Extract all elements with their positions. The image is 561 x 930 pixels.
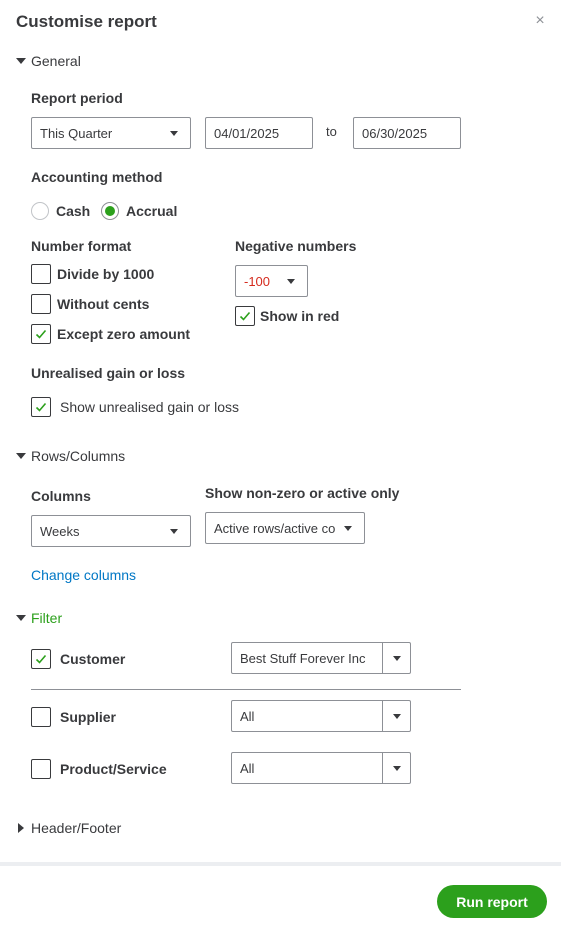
checkbox-unrealised-label: Show unrealised gain or loss — [60, 399, 239, 415]
radio-cash-button[interactable] — [31, 202, 49, 220]
filter-supplier-box[interactable] — [31, 707, 51, 727]
non-zero-select[interactable]: Active rows/active co — [205, 512, 365, 544]
radio-accrual-label: Accrual — [126, 203, 178, 219]
filter-customer-value: Best Stuff Forever Inc — [240, 650, 366, 666]
filter-product-checkbox[interactable]: Product/Service — [31, 759, 167, 779]
checkbox-divide-1000[interactable]: Divide by 1000 — [31, 264, 154, 284]
radio-cash-label: Cash — [56, 203, 91, 219]
section-general-label: General — [31, 53, 81, 69]
chevron-down-icon — [170, 130, 178, 136]
radio-cash[interactable]: Cash — [31, 202, 90, 220]
caret-right-icon — [18, 823, 24, 833]
filter-product-dropdown-button[interactable] — [382, 753, 410, 783]
section-header-footer-label: Header/Footer — [31, 820, 122, 836]
report-period-select[interactable]: This Quarter — [31, 117, 191, 149]
filter-supplier-label: Supplier — [60, 709, 117, 725]
negative-numbers-value: -100 — [244, 273, 271, 289]
non-zero-value: Active rows/active co — [214, 520, 336, 536]
filter-supplier-value: All — [240, 708, 255, 724]
unrealised-label: Unrealised gain or loss — [31, 365, 186, 381]
checkbox-divide-1000-box[interactable] — [31, 264, 51, 284]
check-icon — [239, 311, 251, 321]
checkbox-without-cents-box[interactable] — [31, 294, 51, 314]
filter-customer-select[interactable]: Best Stuff Forever Inc — [231, 642, 411, 674]
filter-customer-label: Customer — [60, 651, 126, 667]
checkbox-without-cents-label: Without cents — [57, 296, 150, 312]
columns-value: Weeks — [40, 523, 80, 539]
checkbox-except-zero-label: Except zero amount — [57, 326, 191, 342]
checkbox-without-cents[interactable]: Without cents — [31, 294, 149, 314]
filter-product-label: Product/Service — [60, 761, 167, 777]
run-report-button[interactable]: Run report — [437, 885, 547, 918]
chevron-down-icon — [344, 525, 352, 531]
caret-down-icon — [16, 453, 26, 459]
section-general-toggle[interactable]: General — [16, 53, 81, 69]
filter-divider — [31, 689, 461, 690]
caret-down-icon — [16, 58, 26, 64]
filter-customer-checkbox[interactable]: Customer — [31, 649, 125, 669]
columns-label: Columns — [31, 488, 91, 504]
footer-separator — [0, 862, 561, 866]
section-filter-toggle[interactable]: Filter — [16, 610, 62, 626]
caret-down-icon — [16, 615, 26, 621]
period-to-input[interactable]: 06/30/2025 — [353, 117, 461, 149]
negative-numbers-label: Negative numbers — [235, 238, 357, 254]
checkbox-unrealised-box[interactable] — [31, 397, 51, 417]
section-rows-columns-toggle[interactable]: Rows/Columns — [16, 448, 125, 464]
filter-supplier-checkbox[interactable]: Supplier — [31, 707, 116, 727]
change-columns-link[interactable]: Change columns — [31, 567, 136, 583]
checkbox-show-in-red[interactable]: Show in red — [235, 306, 339, 326]
chevron-down-icon — [392, 765, 401, 771]
filter-supplier-select[interactable]: All — [231, 700, 411, 732]
checkbox-divide-1000-label: Divide by 1000 — [57, 266, 155, 282]
radio-accrual[interactable]: Accrual — [101, 202, 177, 220]
non-zero-label: Show non-zero or active only — [205, 485, 400, 501]
section-header-footer-toggle[interactable]: Header/Footer — [16, 820, 121, 836]
filter-product-value: All — [240, 760, 255, 776]
number-format-label: Number format — [31, 238, 132, 254]
period-from-input[interactable]: 04/01/2025 — [205, 117, 313, 149]
section-rows-columns-label: Rows/Columns — [31, 448, 126, 464]
filter-customer-dropdown-button[interactable] — [382, 643, 410, 673]
check-icon — [35, 329, 47, 339]
checkbox-show-in-red-label: Show in red — [260, 308, 340, 324]
chevron-down-icon — [392, 655, 401, 661]
chevron-down-icon — [170, 528, 178, 534]
columns-select[interactable]: Weeks — [31, 515, 191, 547]
section-filter-label: Filter — [31, 610, 63, 626]
negative-numbers-select[interactable]: -100 — [235, 265, 308, 297]
check-icon — [35, 654, 47, 664]
chevron-down-icon — [287, 278, 295, 284]
dialog-title: Customise report — [16, 12, 157, 31]
checkbox-unrealised[interactable]: Show unrealised gain or loss — [31, 397, 239, 417]
filter-product-box[interactable] — [31, 759, 51, 779]
period-to-label: to — [326, 124, 337, 139]
filter-customer-box[interactable] — [31, 649, 51, 669]
check-icon — [35, 402, 47, 412]
accounting-method-label: Accounting method — [31, 169, 163, 185]
filter-supplier-dropdown-button[interactable] — [382, 701, 410, 731]
report-period-label: Report period — [31, 90, 123, 106]
checkbox-except-zero-box[interactable] — [31, 324, 51, 344]
checkbox-except-zero[interactable]: Except zero amount — [31, 324, 190, 344]
checkbox-show-in-red-box[interactable] — [235, 306, 255, 326]
close-icon[interactable]: × — [531, 12, 549, 30]
radio-accrual-button[interactable] — [101, 202, 119, 220]
filter-product-select[interactable]: All — [231, 752, 411, 784]
chevron-down-icon — [392, 713, 401, 719]
report-period-value: This Quarter — [40, 125, 113, 141]
